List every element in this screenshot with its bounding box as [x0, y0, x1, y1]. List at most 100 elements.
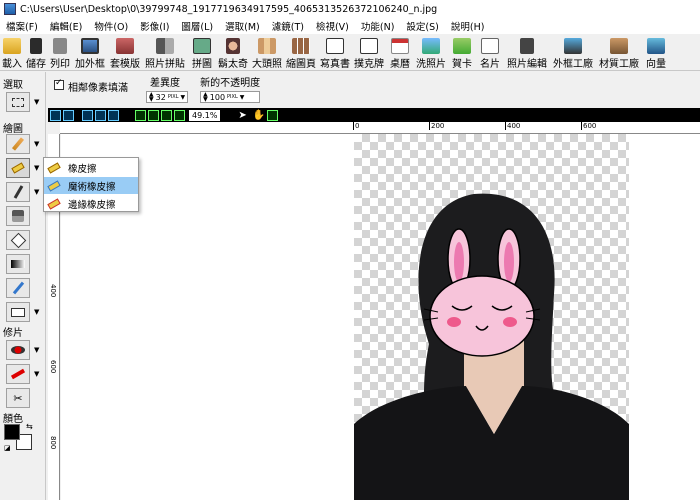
magic-eraser-option[interactable]: 魔術橡皮擦: [44, 177, 138, 194]
ruler-mark: 600: [581, 122, 597, 130]
foreground-color-swatch[interactable]: [4, 424, 20, 440]
opacity-label: 新的不透明度: [200, 78, 261, 89]
menu-object[interactable]: 物件(O): [88, 19, 134, 33]
red-eye-tool[interactable]: [6, 340, 30, 360]
business-card-icon: [481, 38, 499, 54]
toolbar-save-button[interactable]: 儲存: [24, 35, 48, 70]
stamp-tool[interactable]: [6, 206, 30, 226]
puzzle-icon: [193, 38, 211, 54]
toolbar-thumbnail-button[interactable]: 縮圖頁: [284, 35, 318, 70]
chevron-down-icon[interactable]: ▼: [34, 164, 39, 172]
menu-file[interactable]: 檔案(F): [0, 19, 44, 33]
zoom-in-icon[interactable]: [135, 109, 146, 121]
add-icon[interactable]: [267, 109, 279, 121]
cut-icon[interactable]: [95, 109, 106, 121]
canvas-toolbar: 49.1% ➤ ✋: [48, 108, 700, 122]
chevron-down-icon[interactable]: ▼: [34, 346, 39, 354]
chevron-down-icon[interactable]: ▼: [34, 308, 39, 316]
tool-options-bar: 相鄰像素填滿 差異度 ▲▼ 32 PIXL ▼ 新的不透明度 ▲▼ 100 PI…: [48, 72, 700, 105]
rabbit-cheek-left: [447, 317, 461, 327]
zoom-out-icon[interactable]: [148, 109, 159, 121]
toolbar-greeting-card-button[interactable]: 賀卡: [448, 35, 476, 70]
adjacent-fill-checkbox[interactable]: [54, 78, 64, 90]
gradient-icon: [11, 260, 25, 268]
chevron-down-icon[interactable]: ▼: [34, 370, 39, 378]
opacity-stepper[interactable]: ▲ ▼ 100 PIXL ▼: [200, 91, 261, 103]
toolbar-photo-edit-button[interactable]: 照片編輯: [504, 35, 550, 70]
rabbit-cheek-right: [503, 317, 517, 327]
brush-tool[interactable]: [6, 134, 30, 154]
redo-icon[interactable]: [63, 109, 74, 121]
draw-section-label: 繪圖: [3, 124, 23, 135]
pencil-tool[interactable]: [6, 182, 30, 202]
undo-icon[interactable]: [50, 109, 61, 121]
photo-canvas[interactable]: [354, 134, 629, 500]
chevron-down-icon[interactable]: ▼: [34, 140, 39, 148]
menu-view[interactable]: 檢視(V): [310, 19, 355, 33]
toolbar-add-frame-button[interactable]: 加外框: [72, 35, 108, 70]
menu-function[interactable]: 功能(N): [355, 19, 401, 33]
menu-layer[interactable]: 圖層(L): [175, 19, 219, 33]
paste-icon[interactable]: [108, 109, 119, 121]
red-eye-icon: [11, 346, 25, 354]
toolbar-photobook-button[interactable]: 寫真書: [318, 35, 352, 70]
toolbar-poker-button[interactable]: 撲克牌: [352, 35, 386, 70]
fit-window-icon[interactable]: [161, 109, 172, 121]
zoom-level[interactable]: 49.1%: [189, 109, 221, 121]
toolbar-print-photo-button[interactable]: 洗照片: [414, 35, 448, 70]
poker-card-icon: [360, 38, 378, 54]
eyedropper-icon: [12, 281, 24, 295]
ruler-mark: 200: [429, 122, 445, 130]
hand-pan-icon[interactable]: ✋: [253, 110, 265, 121]
chevron-down-icon[interactable]: ▼: [34, 188, 39, 196]
toolbar-puzzle-button[interactable]: 拼圖: [188, 35, 216, 70]
menu-help[interactable]: 說明(H): [445, 19, 491, 33]
scissors-icon: ✂: [13, 391, 23, 405]
horizontal-ruler: 0 200 400 600: [60, 122, 700, 134]
app-icon: [4, 3, 16, 15]
menu-settings[interactable]: 設定(S): [400, 19, 444, 33]
eraser-option[interactable]: 橡皮擦: [44, 159, 138, 176]
tolerance-group: 差異度 ▲ ▼ 32 PIXL ▼: [146, 74, 189, 103]
paint-bucket-icon: [10, 232, 26, 248]
toolbar-id-photo-button[interactable]: 大頭照: [250, 35, 284, 70]
clone-tool[interactable]: ✂: [6, 388, 30, 408]
magic-eraser-icon: [47, 179, 61, 192]
eraser-tool[interactable]: [6, 158, 30, 178]
toolbar-vector-button[interactable]: 向量: [642, 35, 670, 70]
menu-select[interactable]: 選取(M): [219, 19, 266, 33]
canvas-work-area[interactable]: [61, 134, 700, 500]
copy-icon[interactable]: [82, 109, 93, 121]
toolbar-texture-factory-button[interactable]: 材質工廠: [596, 35, 642, 70]
rect-select-tool[interactable]: [6, 92, 30, 112]
arrow-pointer-icon[interactable]: ➤: [238, 110, 246, 121]
swap-colors-icon[interactable]: ⇆: [26, 422, 33, 431]
opacity-group: 新的不透明度 ▲ ▼ 100 PIXL ▼: [200, 74, 261, 103]
retouch-brush-tool[interactable]: [6, 364, 30, 384]
menu-filter[interactable]: 濾鏡(T): [266, 19, 310, 33]
shape-tool[interactable]: [6, 302, 30, 322]
toolbar-load-button[interactable]: 載入: [0, 35, 24, 70]
eraser-icon: [47, 161, 61, 174]
toolbar-calendar-button[interactable]: 桌曆: [386, 35, 414, 70]
edge-eraser-option[interactable]: 邊緣橡皮擦: [44, 195, 138, 212]
eyedropper-tool[interactable]: [6, 278, 30, 298]
gradient-tool[interactable]: [6, 254, 30, 274]
reset-colors-icon[interactable]: ◪: [4, 444, 11, 452]
toolbar-template-button[interactable]: 套模版: [108, 35, 142, 70]
toolbar-business-card-button[interactable]: 名片: [476, 35, 504, 70]
thumbnail-icon: [292, 38, 310, 54]
toolbar-montage-button[interactable]: 鬍太奇: [216, 35, 250, 70]
toolbar-print-button[interactable]: 列印: [48, 35, 72, 70]
chevron-down-icon[interactable]: ▼: [34, 98, 39, 106]
toolbar-collage-button[interactable]: 照片拼貼: [142, 35, 188, 70]
menu-edit[interactable]: 編輯(E): [44, 19, 88, 33]
menu-image[interactable]: 影像(I): [134, 19, 175, 33]
frame-icon: [81, 38, 99, 54]
tolerance-stepper[interactable]: ▲ ▼ 32 PIXL ▼: [146, 91, 189, 103]
color-section-label: 顏色: [3, 414, 23, 425]
toolbar-frame-factory-button[interactable]: 外框工廠: [550, 35, 596, 70]
actual-size-icon[interactable]: [174, 109, 185, 121]
fill-bucket-tool[interactable]: [6, 230, 30, 250]
save-disk-icon: [30, 38, 42, 54]
